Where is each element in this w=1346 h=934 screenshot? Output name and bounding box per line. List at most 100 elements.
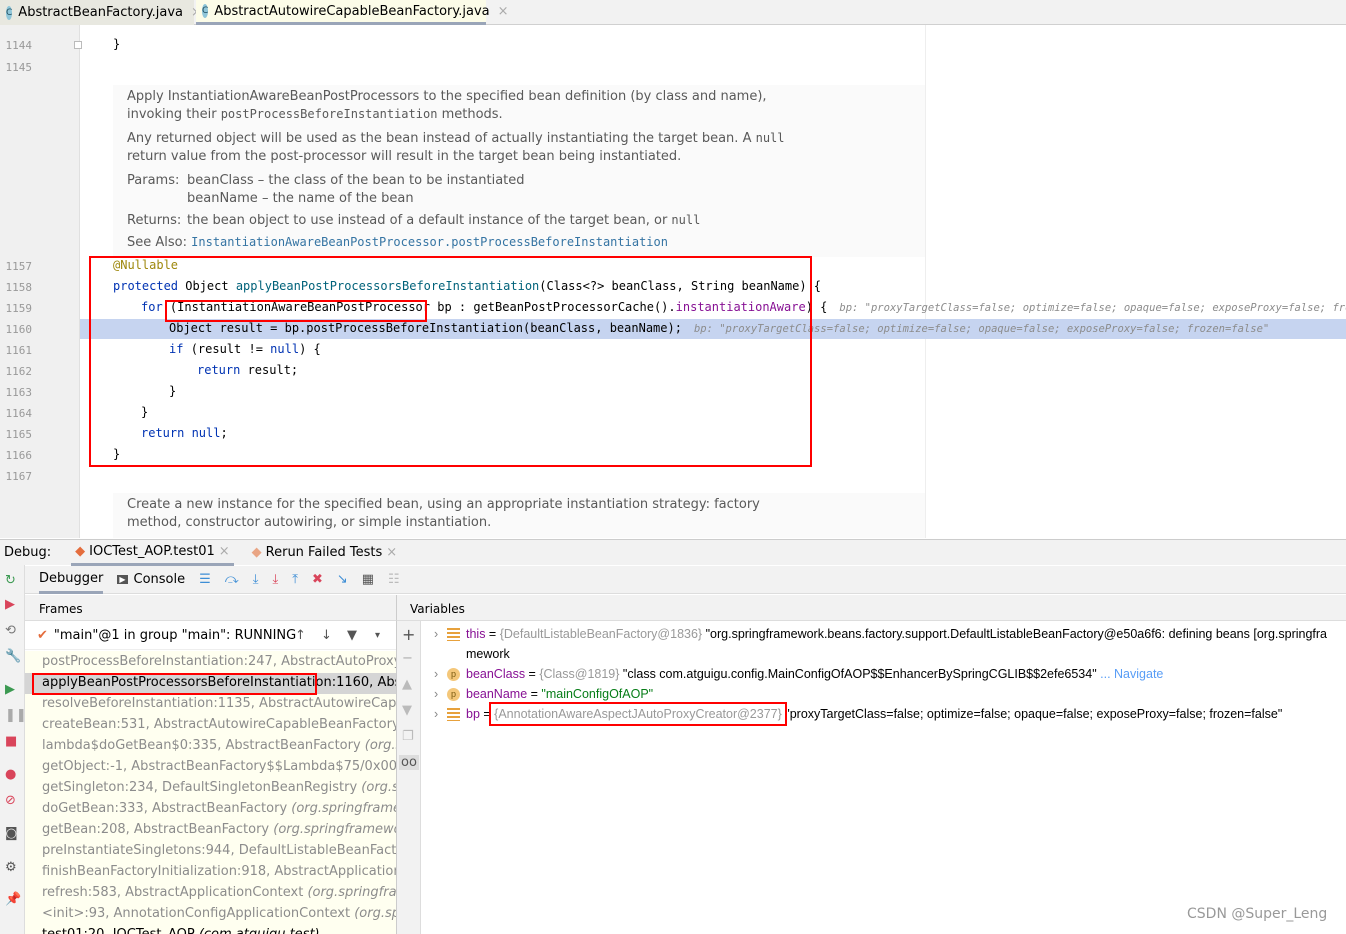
variables-header: Variables: [396, 595, 1346, 621]
variable-row[interactable]: › p beanName = "mainConfigOfAOP": [434, 684, 1336, 704]
check-icon: ✔: [37, 628, 48, 643]
line-number: 1161: [5, 344, 33, 357]
arrow-down-icon[interactable]: ↓: [321, 628, 332, 643]
tab-console[interactable]: ▶ Console: [117, 572, 185, 587]
stack-frame[interactable]: lambda$doGetBean$0:335, AbstractBeanFact…: [42, 738, 396, 753]
line-number: 1163: [5, 386, 33, 399]
editor-tabs: CAbstractBeanFactory.java× CAbstractAuto…: [0, 0, 1346, 25]
variables-actions-strip: + − ▲ ▼ ❐ oo: [396, 621, 421, 934]
variables-list: › this = {DefaultListableBeanFactory@1836…: [421, 622, 1346, 726]
stack-frame[interactable]: <init>:93, AnnotationConfigApplicationCo…: [42, 906, 396, 921]
rerun-failed-icon[interactable]: ▶: [5, 597, 15, 612]
debugger-toolbar: Debugger ▶ Console ☰ ⤼ ⤓ ⤓ ⤒ ✖ ↘ ▦ ☷: [25, 566, 1346, 594]
inline-debug-value: bp: "proxyTargetClass=false; optimize=fa…: [839, 302, 1346, 314]
stack-frame[interactable]: getObject:-1, AbstractBeanFactory$$Lambd…: [42, 759, 396, 774]
session-tab-rerun[interactable]: ◆ Rerun Failed Tests ×: [252, 545, 398, 560]
tab-debugger[interactable]: Debugger: [39, 566, 104, 594]
filter-icon[interactable]: ▼: [347, 628, 357, 643]
trace-icon[interactable]: ☷: [388, 572, 400, 587]
variable-row[interactable]: › this = {DefaultListableBeanFactory@1836…: [434, 624, 1336, 664]
copy-icon[interactable]: ❐: [402, 729, 414, 744]
watermark: CSDN @Super_Leng: [1187, 906, 1328, 922]
drop-frame-icon[interactable]: ✖: [312, 572, 323, 587]
close-icon[interactable]: ×: [219, 544, 230, 559]
navigate-link[interactable]: ... Navigate: [1100, 667, 1163, 681]
line-number: 1158: [5, 281, 33, 294]
step-over-icon[interactable]: ⤼: [225, 572, 239, 587]
highlight-box-type: [165, 300, 427, 322]
rerun-icon: ◆: [251, 545, 262, 560]
stack-frame[interactable]: getBean:208, AbstractBeanFactory (org.sp…: [42, 822, 396, 837]
add-watch-icon[interactable]: +: [402, 625, 415, 644]
debug-session-bar: Debug: ◆ IOCTest_AOP.test01 × ◆ Rerun Faile…: [0, 539, 1346, 566]
console-icon: ▶: [117, 575, 128, 584]
pin-icon[interactable]: 📌: [5, 892, 21, 907]
gear-icon[interactable]: ⚙: [5, 860, 17, 875]
stack-frame[interactable]: resolveBeforeInstantiation:1135, Abstrac…: [42, 696, 396, 711]
stack-frame[interactable]: createBean:531, AbstractAutowireCapableB…: [42, 717, 396, 732]
tab-abstract-bean-factory[interactable]: CAbstractBeanFactory.java×: [0, 0, 202, 25]
chevron-right-icon[interactable]: ›: [434, 664, 448, 684]
field-icon: [447, 708, 460, 721]
run-to-cursor-icon[interactable]: ↘: [337, 572, 348, 587]
evaluate-expression-icon[interactable]: ▦: [362, 572, 374, 587]
chevron-right-icon[interactable]: ›: [434, 684, 448, 704]
arrow-up-icon[interactable]: ↑: [295, 628, 306, 643]
stack-frame[interactable]: test01:20, IOCTest_AOP (com.atguigu.test…: [42, 927, 320, 934]
line-number: 1160: [5, 323, 33, 336]
step-into-icon[interactable]: ⤓: [253, 572, 259, 587]
chevron-right-icon[interactable]: ›: [434, 704, 448, 724]
restore-layout-icon[interactable]: ⟲: [5, 623, 16, 638]
line-number: 1157: [5, 260, 33, 273]
fold-icon[interactable]: [74, 41, 82, 49]
close-icon[interactable]: ×: [498, 4, 509, 19]
stack-frame[interactable]: getSingleton:234, DefaultSingletonBeanRe…: [42, 780, 396, 795]
highlight-box-frame: [32, 673, 317, 695]
debug-test-icon: ◆: [75, 543, 86, 559]
move-up-icon[interactable]: ▲: [402, 677, 412, 692]
javadoc-block-2: Create a new instance for the specified …: [113, 493, 925, 538]
chevron-right-icon[interactable]: ›: [434, 624, 448, 644]
parameter-icon: p: [447, 668, 460, 681]
stack-frame[interactable]: refresh:583, AbstractApplicationContext …: [42, 885, 396, 900]
stop-icon[interactable]: ■: [5, 734, 17, 749]
line-number: 1167: [5, 470, 33, 483]
thread-selector[interactable]: ✔ "main"@1 in group "main": RUNNING ↑ ↓ …: [25, 622, 396, 650]
chevron-down-icon[interactable]: ▾: [375, 630, 380, 641]
stack-frame[interactable]: finishBeanFactoryInitialization:918, Abs…: [42, 864, 396, 879]
highlight-box-method: [89, 256, 812, 467]
camera-icon[interactable]: ◙: [5, 826, 18, 841]
line-number: 1159: [5, 302, 33, 315]
see-also-link[interactable]: InstantiationAwareBeanPostProcessor.post…: [191, 235, 668, 249]
resume-icon[interactable]: ▶: [5, 682, 15, 697]
remove-watch-icon[interactable]: −: [402, 651, 413, 666]
javadoc-block: Apply InstantiationAwareBeanPostProcesso…: [113, 85, 925, 257]
stack-frame[interactable]: preInstantiateSingletons:944, DefaultLis…: [42, 843, 396, 858]
stack-frame[interactable]: doGetBean:333, AbstractBeanFactory (org.…: [42, 801, 396, 816]
class-icon: C: [202, 4, 209, 18]
move-down-icon[interactable]: ▼: [402, 703, 412, 718]
line-number: 1164: [5, 407, 33, 420]
debug-actions-strip: ↻ ▶ ⟲ 🔧 ▶ ❚❚ ■ ● ⊘ ◙ ⚙ 📌: [0, 565, 27, 934]
class-icon: C: [6, 5, 13, 20]
parameter-icon: p: [447, 688, 460, 701]
menu-icon[interactable]: ☰: [199, 572, 211, 587]
variable-row[interactable]: › bp = {AnnotationAwareAspectJAutoProxyCr…: [434, 702, 1336, 726]
tab-abstract-autowire-capable-bean-factory[interactable]: C AbstractAutowireCapableBeanFactory.java…: [196, 0, 509, 25]
rerun-icon[interactable]: ↻: [5, 573, 16, 588]
close-icon[interactable]: ×: [386, 545, 397, 560]
force-step-into-icon[interactable]: ⤓: [272, 572, 278, 587]
step-out-icon[interactable]: ⤒: [292, 572, 298, 587]
variable-row[interactable]: › p beanClass = {Class@1819} "class com.at…: [434, 664, 1336, 684]
line-number: 1166: [5, 449, 33, 462]
line-number: 1162: [5, 365, 33, 378]
view-breakpoints-icon[interactable]: ●: [5, 767, 16, 782]
field-icon: [447, 628, 460, 641]
mute-breakpoints-icon[interactable]: ⊘: [5, 793, 16, 808]
session-tab-ioctest[interactable]: ◆ IOCTest_AOP.test01 ×: [71, 540, 234, 566]
stack-frame[interactable]: postProcessBeforeInstantiation:247, Abst…: [42, 654, 396, 669]
frames-header: Frames: [25, 595, 396, 621]
glasses-icon[interactable]: oo: [399, 755, 419, 770]
wrench-icon[interactable]: 🔧: [5, 649, 21, 664]
pause-icon[interactable]: ❚❚: [5, 708, 27, 723]
